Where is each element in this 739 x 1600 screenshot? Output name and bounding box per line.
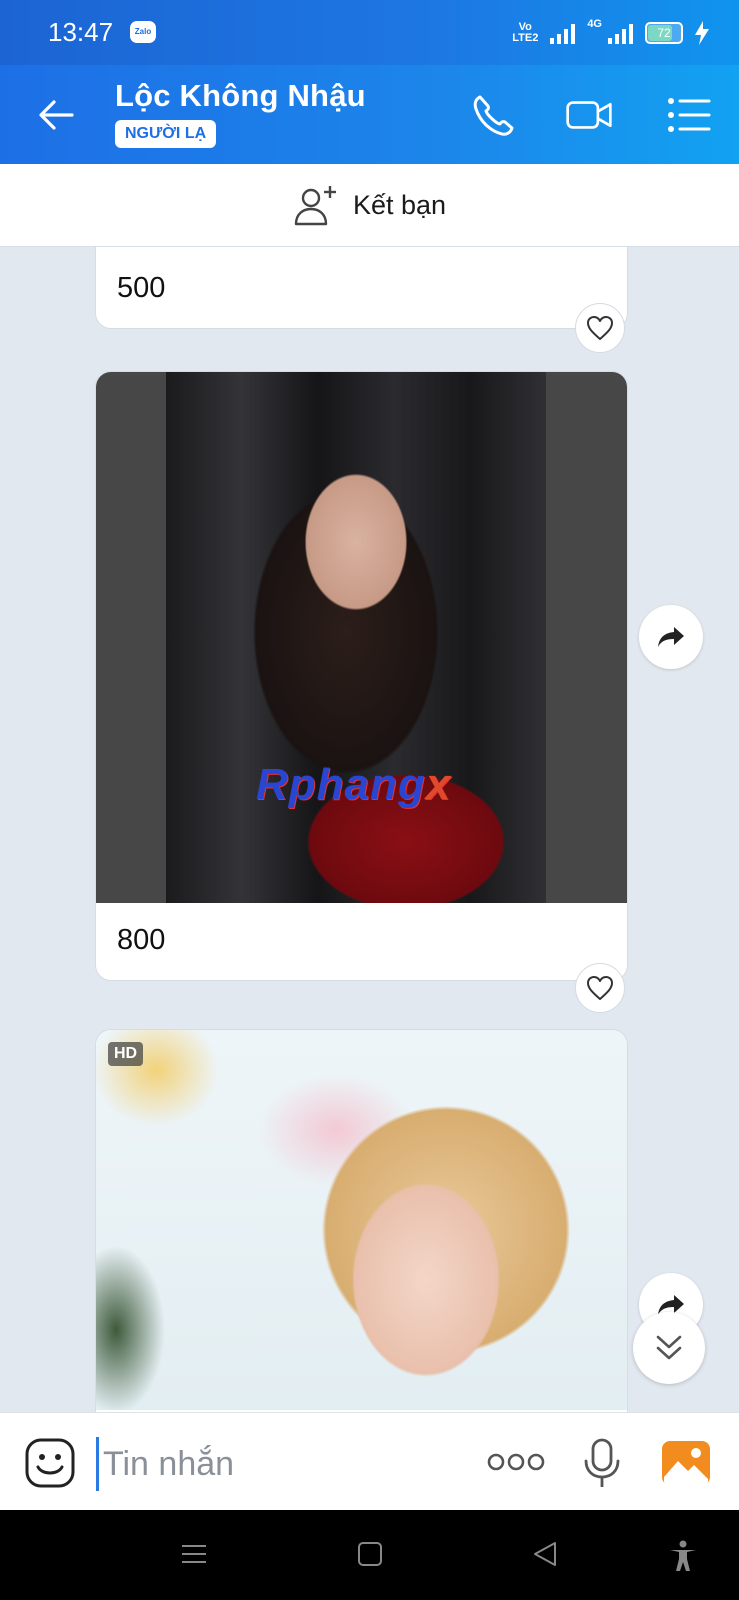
add-friend-button[interactable]: Kết bạn	[0, 164, 739, 247]
add-friend-label: Kết bạn	[352, 189, 447, 220]
message-photo[interactable]: HD	[96, 1030, 627, 1410]
more-dots-icon[interactable]	[487, 1449, 545, 1475]
network-type: 4G	[587, 18, 602, 30]
photo-message-bubble[interactable]: Rphangx 800	[95, 371, 628, 981]
stranger-badge: NGƯỜI LẠ	[115, 120, 217, 148]
back-arrow-icon[interactable]	[36, 95, 76, 135]
status-indicators: Vo LTE2 4G 72	[512, 18, 709, 48]
message-input[interactable]	[96, 1437, 465, 1491]
status-time: 13:47	[48, 17, 114, 47]
share-button[interactable]	[639, 605, 703, 669]
video-camera-icon[interactable]	[565, 93, 613, 137]
battery-level: 72	[657, 26, 671, 40]
volte-indicator: Vo LTE2	[512, 21, 539, 44]
message-caption: 800	[117, 924, 166, 956]
phone-icon[interactable]	[470, 93, 518, 137]
chat-header: Lộc Không Nhậu NGƯỜI LẠ	[0, 65, 739, 164]
contact-name[interactable]: Lộc Không Nhậu	[115, 78, 366, 114]
react-heart-button[interactable]	[575, 963, 625, 1013]
status-bar: 13:47 Zalo Vo LTE2 4G 72	[0, 0, 739, 65]
system-nav-bar	[0, 1510, 739, 1600]
zalo-notification-icon: Zalo	[130, 21, 156, 43]
hd-badge: HD	[108, 1042, 144, 1066]
back-nav-icon[interactable]	[531, 1540, 559, 1568]
battery-icon: 72	[645, 22, 683, 44]
share-arrow-icon	[658, 627, 684, 647]
microphone-icon[interactable]	[582, 1437, 622, 1491]
accessibility-icon[interactable]	[668, 1540, 698, 1572]
photo-message-bubble[interactable]: HD	[95, 1029, 628, 1412]
message-input-bar	[0, 1412, 739, 1511]
add-friend-icon	[294, 186, 336, 226]
charging-icon	[695, 21, 709, 45]
scroll-to-bottom-button[interactable]	[633, 1312, 705, 1384]
chat-messages[interactable]: 500 Rphangx 800 HD	[0, 247, 739, 1412]
menu-list-icon[interactable]	[665, 93, 713, 137]
message-text: 500	[117, 272, 166, 304]
recent-apps-icon[interactable]	[180, 1540, 208, 1568]
heart-icon	[587, 316, 613, 340]
message-bubble[interactable]: 500	[95, 247, 628, 329]
image-icon[interactable]	[660, 1439, 712, 1487]
message-photo[interactable]: Rphangx	[96, 372, 627, 903]
double-chevron-down-icon	[656, 1335, 682, 1360]
emoji-icon[interactable]	[24, 1437, 76, 1489]
react-heart-button[interactable]	[575, 303, 625, 353]
photo-content	[166, 372, 546, 903]
heart-icon	[587, 976, 613, 1000]
signal-2-icon	[608, 22, 633, 44]
signal-1-icon	[550, 22, 576, 44]
photo-watermark: Rphangx	[256, 760, 452, 809]
home-icon[interactable]	[356, 1540, 384, 1568]
